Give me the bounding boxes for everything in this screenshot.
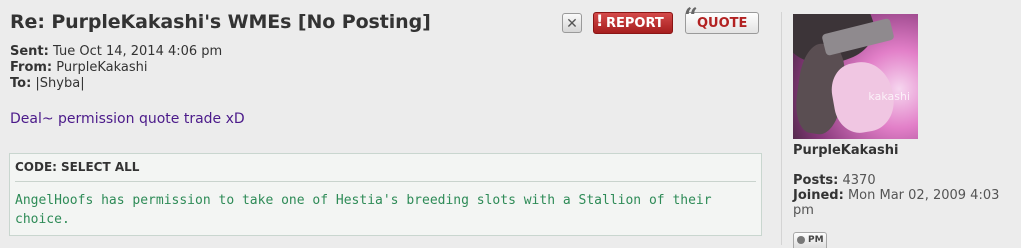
from-row: From: PurpleKakashi xyxy=(10,60,222,76)
to-row: To: |Shyba| xyxy=(10,76,222,92)
avatar-watermark: kakashi xyxy=(868,90,910,103)
message-meta: Sent: Tue Oct 14, 2014 4:06 pm From: Pur… xyxy=(10,44,222,92)
report-button[interactable]: ! REPORT xyxy=(593,11,673,34)
warning-icon: ! xyxy=(596,11,604,30)
joined-row: Joined: Mon Mar 02, 2009 4:03 pm xyxy=(793,188,1019,218)
posts-label: Posts: xyxy=(793,173,839,188)
sent-label: Sent: xyxy=(10,44,49,59)
code-block: CODE: SELECT ALL AngelHoofs has permissio… xyxy=(9,153,762,236)
avatar[interactable]: kakashi xyxy=(793,14,918,139)
post-title: Re: PurpleKakashi's WMEs [No Posting] xyxy=(10,11,431,33)
code-divider xyxy=(15,181,756,182)
from-label: From: xyxy=(10,60,53,75)
pm-label: PM xyxy=(808,235,824,245)
from-value: PurpleKakashi xyxy=(56,60,148,75)
report-label: REPORT xyxy=(606,16,664,31)
private-message-post: Re: PurpleKakashi's WMEs [No Posting] ✕ … xyxy=(0,0,1021,248)
pm-button[interactable]: PM xyxy=(793,232,827,248)
close-button[interactable]: ✕ xyxy=(562,13,582,33)
quote-button[interactable]: “ QUOTE xyxy=(684,5,759,34)
sent-row: Sent: Tue Oct 14, 2014 4:06 pm xyxy=(10,44,222,60)
code-header: CODE: SELECT ALL xyxy=(15,160,139,174)
message-body: Deal~ permission quote trade xD xyxy=(10,111,245,127)
quote-label: QUOTE xyxy=(697,16,748,31)
select-all-link[interactable]: SELECT ALL xyxy=(61,160,139,174)
to-value: |Shyba| xyxy=(35,76,85,91)
author-stats: Posts: 4370 Joined: Mon Mar 02, 2009 4:0… xyxy=(793,173,1019,218)
joined-label: Joined: xyxy=(793,188,844,203)
posts-value: 4370 xyxy=(842,173,876,188)
code-label: CODE: xyxy=(15,160,57,174)
author-username[interactable]: PurpleKakashi xyxy=(793,143,899,158)
user-icon xyxy=(797,236,805,244)
to-label: To: xyxy=(10,76,32,91)
profile-divider xyxy=(781,12,782,245)
posts-row: Posts: 4370 xyxy=(793,173,1019,188)
code-text[interactable]: AngelHoofs has permission to take one of… xyxy=(15,191,753,229)
close-icon: ✕ xyxy=(566,16,578,32)
sent-value: Tue Oct 14, 2014 4:06 pm xyxy=(53,44,223,59)
quote-icon: “ xyxy=(684,2,698,31)
